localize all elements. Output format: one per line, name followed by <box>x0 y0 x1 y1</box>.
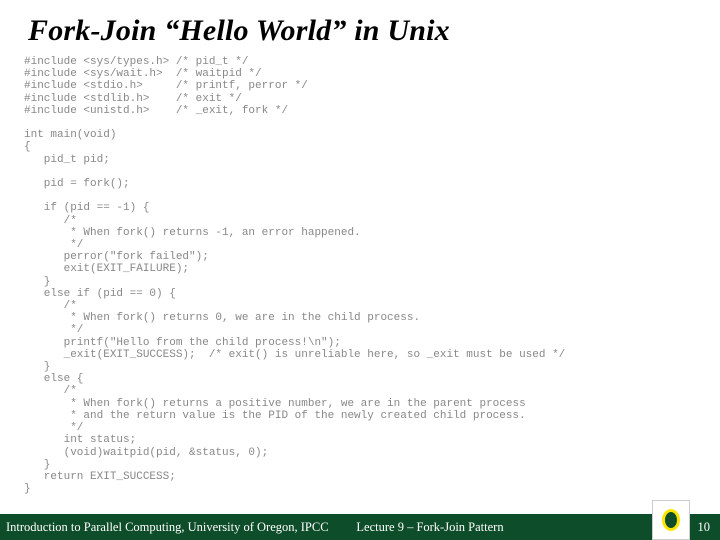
slide-title: Fork-Join “Hello World” in Unix <box>0 0 720 48</box>
footer-bar: Introduction to Parallel Computing, Univ… <box>0 514 720 540</box>
footer-left: Introduction to Parallel Computing, Univ… <box>0 520 329 535</box>
code-block: #include <sys/types.h> /* pid_t */ #incl… <box>0 56 720 495</box>
footer-center: Lecture 9 – Fork-Join Pattern <box>356 520 503 534</box>
university-logo <box>652 500 690 540</box>
page-number: 10 <box>698 520 711 535</box>
slide: Fork-Join “Hello World” in Unix #include… <box>0 0 720 540</box>
oregon-o-icon <box>662 509 680 531</box>
